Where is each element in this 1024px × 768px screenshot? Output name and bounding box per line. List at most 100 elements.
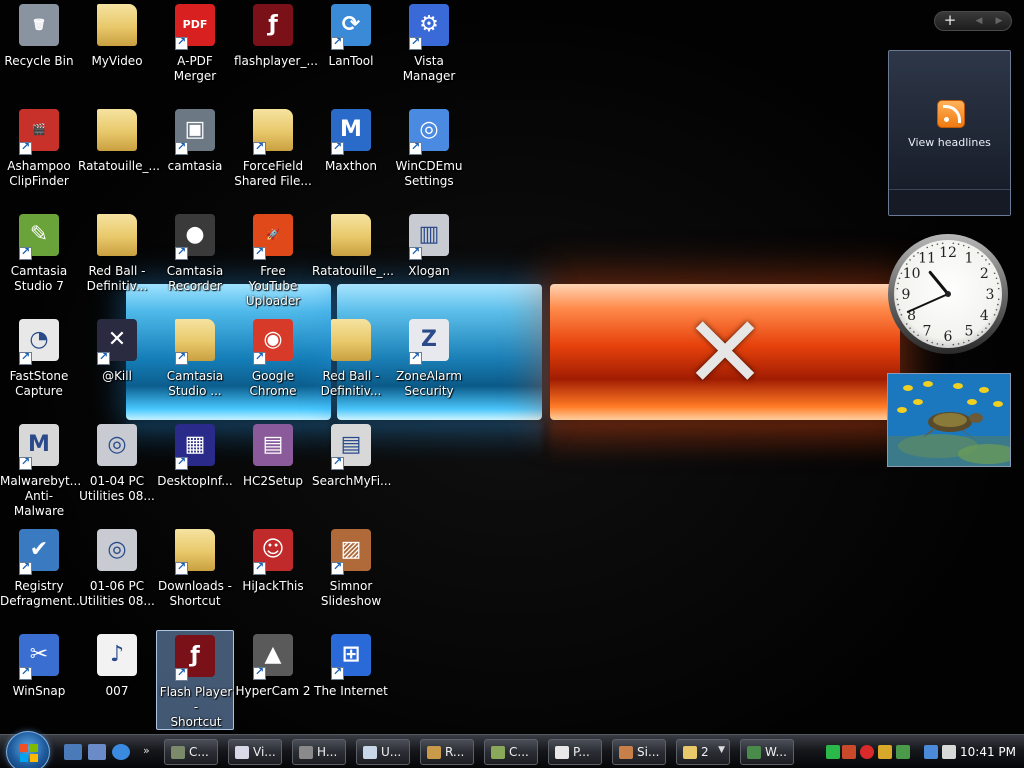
security-tray-icon[interactable] xyxy=(896,745,910,759)
desktop-icon[interactable]: Downloads - Shortcut xyxy=(156,525,234,625)
desktop-icon[interactable]: Red Ball - Definitiv... xyxy=(78,210,156,310)
desktop-icon[interactable]: ✔ Registry Defragment... xyxy=(0,525,84,625)
shortcut-arrow-icon xyxy=(253,140,266,155)
camtasia-task-icon xyxy=(171,746,185,759)
taskbar-button[interactable]: Vi... xyxy=(228,739,282,765)
taskbar-button[interactable]: 2 ▼ xyxy=(676,739,730,765)
desktop-icon[interactable]: ▥ Xlogan xyxy=(390,210,468,310)
desktop-icon-label: Simnor Slideshow xyxy=(320,579,382,608)
blocked-tray-icon[interactable] xyxy=(860,745,874,759)
desktop-icon[interactable]: Red Ball - Definitiv... xyxy=(312,315,390,415)
desktop-icon[interactable]: ◔ FastStone Capture xyxy=(0,315,78,415)
shortcut-arrow-icon xyxy=(175,245,188,260)
view-headlines-label[interactable]: View headlines xyxy=(889,136,1010,149)
feed-headlines-gadget[interactable]: View headlines xyxy=(888,50,1011,216)
desktop-icon[interactable]: ♪ 007 xyxy=(78,630,156,730)
desktop-icon-label: A-PDF Merger xyxy=(173,54,217,83)
maxthon-icon: M xyxy=(327,107,375,155)
desktop-icon[interactable]: MyVideo xyxy=(78,0,156,100)
desktop-icon[interactable]: Z ZoneAlarm Security xyxy=(390,315,468,415)
desktop-icon[interactable]: ✕ @Kill xyxy=(78,315,156,415)
desktop-icon[interactable]: ƒFlash Player - Shortcut xyxy=(156,630,234,730)
network-tray-icon[interactable] xyxy=(924,745,938,759)
desktop-icon[interactable]: ▤ SearchMyFi... xyxy=(312,420,392,520)
desktop-icon-label: Xlogan xyxy=(408,264,450,278)
hypercam-task-icon xyxy=(299,746,313,759)
desktop-icon[interactable]: MMalwarebyt... Anti-Malware xyxy=(0,420,81,520)
taskbar-clock[interactable]: 10:41 PM xyxy=(960,745,1016,759)
desktop-icon[interactable]: ▨ Simnor Slideshow xyxy=(312,525,390,625)
taskbar-button[interactable]: R... xyxy=(420,739,474,765)
desktop-icon[interactable]: ◎ 01-06 PC Utilities 08... xyxy=(78,525,156,625)
recycle-bin-icon: 🗑 xyxy=(15,2,63,50)
desktop-icon[interactable]: ▤ HC2Setup xyxy=(234,420,312,520)
shortcut-arrow-icon xyxy=(175,350,188,365)
registry-task-icon xyxy=(427,746,441,759)
previous-gadget-page-icon[interactable]: ◀ xyxy=(969,12,989,30)
switch-windows-icon[interactable] xyxy=(88,744,106,760)
taskbar-button[interactable]: C... xyxy=(484,739,538,765)
start-button[interactable] xyxy=(6,731,50,768)
taskbar-button[interactable]: P... xyxy=(548,739,602,765)
desktop-icon[interactable]: Camtasia Studio ... xyxy=(156,315,234,415)
desktop-icon[interactable]: ✂ WinSnap xyxy=(0,630,78,730)
desktop-icon[interactable]: ◎ WinCDEmu Settings xyxy=(390,105,468,205)
desktop-icon[interactable]: 🗑 Recycle Bin xyxy=(0,0,78,100)
desktop-icon-label: Ratatouille_... xyxy=(78,159,160,173)
searchmyfiles-icon: ▤ xyxy=(327,422,375,470)
shortcut-arrow-icon xyxy=(97,350,110,365)
shield-tray-icon[interactable] xyxy=(878,745,892,759)
desktop-icon[interactable]: ▲ HyperCam 2 xyxy=(234,630,312,730)
volume-muted-icon[interactable] xyxy=(942,745,956,759)
quick-launch-more-button[interactable]: » xyxy=(143,741,155,761)
simnor-task-icon xyxy=(619,746,633,759)
taskbar-button[interactable]: W... xyxy=(740,739,794,765)
desktop-icon-label: Camtasia Studio 7 xyxy=(10,264,68,293)
taskbar-button[interactable]: C... xyxy=(164,739,218,765)
desktop-icon[interactable]: ⟳ LanTool xyxy=(312,0,390,100)
next-gadget-page-icon[interactable]: ▶ xyxy=(989,12,1009,30)
desktop-icon[interactable]: ◎ 01-04 PC Utilities 08... xyxy=(78,420,156,520)
internet-explorer-icon[interactable] xyxy=(112,744,130,760)
desktop-icon[interactable]: ● Camtasia Recorder xyxy=(156,210,234,310)
taskbar-button[interactable]: Si... xyxy=(612,739,666,765)
taskbar-button-label: 2 xyxy=(701,745,709,759)
tools-tray-icon[interactable] xyxy=(842,745,856,759)
desktop-icon[interactable]: ▦ DesktopInf... xyxy=(156,420,234,520)
desktop-icon[interactable]: ⊞ The Internet xyxy=(312,630,390,730)
clock-gadget[interactable]: 12 1 2 3 4 5 6 7 8 9 10 11 xyxy=(886,232,1010,356)
taskbar-button[interactable]: U... xyxy=(356,739,410,765)
desktop-icon[interactable]: ▣ camtasia xyxy=(156,105,234,205)
desktop-icon[interactable]: ⚙ Vista Manager xyxy=(390,0,468,100)
vista-manager-icon: ⚙ xyxy=(405,2,453,50)
shortcut-arrow-icon xyxy=(19,665,32,680)
desktop-icon[interactable]: ✎ Camtasia Studio 7 xyxy=(0,210,78,310)
add-gadget-button[interactable]: + xyxy=(939,12,961,30)
battery-icon[interactable] xyxy=(826,745,840,759)
taskbar-button-label: Vi... xyxy=(253,745,276,759)
slideshow-gadget[interactable] xyxy=(887,373,1011,467)
desktop-icon[interactable]: 🚀Free YouTube Uploader xyxy=(234,210,312,310)
feed-gadget-footer xyxy=(889,189,1010,215)
desktop-icon[interactable]: ForceField Shared File... xyxy=(234,105,312,205)
winsnap-task-icon xyxy=(747,746,761,759)
shortcut-arrow-icon xyxy=(253,560,266,575)
desktop-icon[interactable]: ƒ flashplayer_... xyxy=(234,0,318,100)
shortcut-arrow-icon xyxy=(331,665,344,680)
desktop-icon-label: flashplayer_... xyxy=(234,54,318,68)
desktop-icon[interactable]: Ratatouille_... xyxy=(78,105,160,205)
desktop-icon[interactable]: ☺ HiJackThis xyxy=(234,525,312,625)
flash-icon: ƒ xyxy=(171,633,219,681)
shortcut-arrow-icon xyxy=(175,140,188,155)
taskbar-button-label: C... xyxy=(189,745,209,759)
desktop-icon[interactable]: PDF A-PDF Merger xyxy=(156,0,234,100)
malwarebytes-icon: M xyxy=(15,422,63,470)
show-desktop-icon[interactable] xyxy=(64,744,82,760)
desktop-icon-label: WinSnap xyxy=(12,684,66,698)
desktop-icon[interactable]: Ratatouille_... xyxy=(312,210,394,310)
taskbar-button[interactable]: H... xyxy=(292,739,346,765)
desktop-icon[interactable]: 🎬 Ashampoo ClipFinder xyxy=(0,105,78,205)
desktop-icon-label: LanTool xyxy=(328,54,374,68)
desktop-icon[interactable]: ◉ Google Chrome xyxy=(234,315,312,415)
desktop-icon[interactable]: M Maxthon xyxy=(312,105,390,205)
